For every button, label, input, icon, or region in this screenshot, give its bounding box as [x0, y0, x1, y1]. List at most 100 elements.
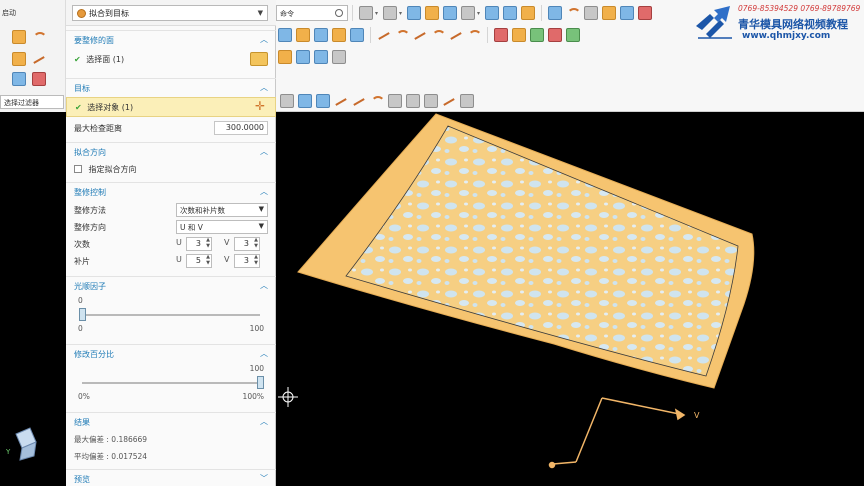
view-grid-icon[interactable] [359, 6, 373, 20]
spinner-icon[interactable]: ▲ ▼ [254, 237, 258, 249]
sweep-icon[interactable] [332, 28, 346, 42]
smooth-track[interactable] [82, 314, 260, 316]
measure-icon[interactable] [584, 6, 599, 20]
revolve-icon[interactable] [314, 28, 328, 42]
direction-select[interactable]: U 和 V ▼ [176, 220, 268, 234]
bridge-curve-icon[interactable] [467, 28, 482, 42]
percent-track[interactable] [82, 382, 260, 384]
fillet-curve-icon[interactable] [431, 28, 446, 42]
sew-icon[interactable] [512, 28, 526, 42]
patch-icon[interactable] [530, 28, 544, 42]
smooth-thumb[interactable] [78, 308, 86, 321]
analysis-icon[interactable] [548, 6, 563, 20]
percent-thumb[interactable] [256, 376, 264, 389]
snap-intersect-icon[interactable] [424, 94, 438, 108]
surface-tool-icon[interactable] [278, 28, 292, 42]
fit-direction-row[interactable]: 指定拟合方向 [66, 160, 276, 178]
select-box-icon[interactable] [280, 94, 294, 108]
select-object-row[interactable]: ✔ 选择对象 (1) ✛ [66, 97, 276, 117]
select-face-row[interactable]: ✔ 选择面 (1) [66, 50, 276, 68]
delete-face-icon[interactable] [548, 28, 562, 42]
fit-direction-checkbox[interactable] [74, 165, 82, 173]
percent-slider[interactable]: 100 0% 100% [74, 364, 268, 404]
section-fit-direction-header[interactable]: 拟合方向 ︿ [66, 142, 276, 160]
face-select-icon[interactable] [250, 52, 268, 66]
work-layer-icon[interactable] [521, 6, 536, 20]
snap-end-icon[interactable] [352, 94, 366, 108]
max-distance-input[interactable]: 300.0000 [214, 121, 268, 135]
curve-analysis-icon[interactable] [566, 6, 582, 20]
graphics-window[interactable]: V [276, 112, 864, 486]
line-icon[interactable] [377, 28, 391, 42]
check-icon: ✔ [74, 55, 81, 64]
offset-curve-icon[interactable] [449, 28, 463, 42]
model-canvas[interactable]: V [276, 112, 864, 486]
method-row: 整修方法 次数和补片数 ▼ [66, 201, 276, 219]
thicken-icon[interactable] [314, 50, 328, 64]
surface-analysis-icon[interactable] [602, 6, 617, 20]
spinner-icon[interactable]: ▲ ▼ [206, 237, 210, 249]
chevron-down-icon: ▼ [258, 205, 264, 213]
crosshair-icon[interactable]: ✛ [255, 99, 265, 113]
snap-body-icon[interactable] [316, 94, 330, 108]
styled-blend-icon[interactable] [32, 72, 46, 86]
spline-icon[interactable] [413, 28, 427, 42]
layout-icon[interactable] [383, 6, 398, 20]
arc-icon[interactable] [395, 28, 410, 42]
patches-v-input[interactable]: 3 ▲ ▼ [234, 254, 260, 268]
offset-face-icon[interactable] [296, 50, 310, 64]
extrude-icon[interactable] [296, 28, 310, 42]
patches-u-input[interactable]: 5 ▲ ▼ [186, 254, 212, 268]
method-select[interactable]: 次数和补片数 ▼ [176, 203, 268, 217]
section-percent-header[interactable]: 修改百分比 ︿ [66, 344, 276, 362]
snap-quadrant-icon[interactable] [406, 94, 420, 108]
chevron-up-icon: ︿ [260, 349, 268, 358]
selection-filter[interactable]: 选择过滤器 [0, 95, 64, 109]
degree-u-input[interactable]: 3 ▲ ▼ [186, 237, 212, 251]
section-target-header[interactable]: 目标 ︿ [66, 78, 276, 96]
gear-icon [77, 9, 86, 18]
through-curves-icon[interactable] [350, 28, 364, 42]
blend-icon[interactable] [278, 50, 292, 64]
rib-icon[interactable] [12, 52, 26, 66]
chevron-up-icon: ︿ [260, 281, 268, 290]
section-view-icon[interactable] [503, 6, 518, 20]
shade-icon[interactable] [425, 6, 440, 20]
snap-curve-icon[interactable] [442, 94, 456, 108]
replace-face-icon[interactable] [566, 28, 580, 42]
spinner-icon[interactable]: ▲ ▼ [254, 254, 258, 266]
section-result-header[interactable]: 结果 ︿ [66, 412, 276, 430]
mirror-icon[interactable] [332, 50, 346, 64]
degree-v-input[interactable]: 3 ▲ ▼ [234, 237, 260, 251]
rotate-icon[interactable] [485, 6, 500, 20]
patches-row: 补片 U 5 ▲ ▼ V 3 ▲ ▼ [66, 252, 276, 270]
direction-value: U 和 V [180, 223, 203, 232]
curve-icon[interactable] [32, 30, 47, 44]
start-label[interactable]: 启动 [2, 8, 16, 18]
spinner-icon[interactable]: ▲ ▼ [206, 254, 210, 266]
dialog-title-select[interactable]: 拟合到目标 ▼ [72, 5, 268, 21]
snap-point-icon[interactable] [334, 94, 348, 108]
section-smooth-header[interactable]: 光顺因子 ︿ [66, 276, 276, 294]
snap-face-icon[interactable] [298, 94, 312, 108]
deviation-icon[interactable] [620, 6, 635, 20]
display-mode-icon[interactable] [461, 6, 476, 20]
smooth-slider[interactable]: 0 0 100 [74, 296, 268, 336]
trim-icon[interactable] [494, 28, 508, 42]
command-find-box[interactable]: 命令 [276, 5, 348, 21]
section-control-header[interactable]: 整修控制 ︿ [66, 182, 276, 200]
snap-mid-icon[interactable] [370, 94, 385, 108]
section-surface-header[interactable]: 要整修的面 ︿ [66, 30, 276, 48]
command-find-label: 命令 [280, 10, 294, 18]
snap-center-icon[interactable] [388, 94, 402, 108]
bridge-icon[interactable] [32, 52, 46, 66]
cube-view-icon[interactable] [407, 6, 422, 20]
studio-surface-icon[interactable] [12, 72, 26, 86]
edge-shade-icon[interactable] [443, 6, 458, 20]
section-result-title: 结果 [74, 418, 90, 427]
snap-grid-icon[interactable] [460, 94, 474, 108]
draft-analysis-icon[interactable] [638, 6, 653, 20]
degree-v-label: V [224, 238, 230, 247]
fillet-icon[interactable] [12, 30, 26, 44]
section-preview-header[interactable]: 预览 ﹀ [66, 469, 276, 486]
